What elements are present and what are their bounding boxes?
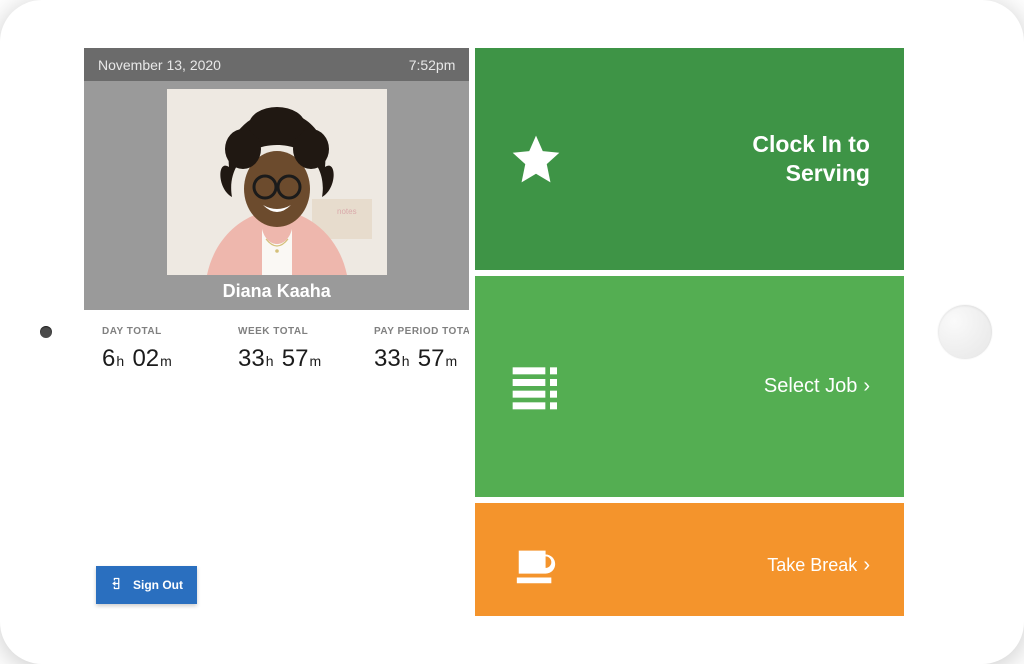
select-job-tile[interactable]: Select Job ›	[475, 276, 904, 498]
clock-in-tile[interactable]: Clock In to Serving	[475, 48, 904, 270]
star-icon	[503, 131, 569, 187]
totals-row: DAY TOTAL 6h 02m WEEK TOTAL 33h 57m PAY …	[84, 310, 469, 389]
status-bar: November 13, 2020 7:52pm	[84, 48, 469, 81]
tablet-frame: November 13, 2020 7:52pm notes	[0, 0, 1024, 664]
coffee-icon	[503, 543, 569, 589]
week-total: WEEK TOTAL 33h 57m	[238, 326, 346, 373]
spacer	[84, 389, 469, 554]
total-value: 33h 57m	[374, 345, 482, 373]
device-camera	[40, 326, 52, 338]
total-label: PAY PERIOD TOTAL	[374, 326, 482, 337]
chevron-right-icon: ›	[863, 554, 870, 577]
total-value: 33h 57m	[238, 345, 346, 373]
left-panel: November 13, 2020 7:52pm notes	[84, 48, 469, 616]
day-total: DAY TOTAL 6h 02m	[102, 326, 210, 373]
employee-photo: notes	[167, 89, 387, 275]
status-date: November 13, 2020	[98, 57, 221, 73]
sign-out-button[interactable]: Sign Out	[96, 566, 197, 604]
total-label: WEEK TOTAL	[238, 326, 346, 337]
svg-text:notes: notes	[337, 207, 357, 216]
employee-name: Diana Kaaha	[223, 275, 331, 310]
clock-in-label: Clock In to Serving	[720, 130, 870, 188]
total-label: DAY TOTAL	[102, 326, 210, 337]
app-screen: November 13, 2020 7:52pm notes	[84, 48, 904, 616]
take-break-label: Take Break	[767, 554, 857, 577]
total-value: 6h 02m	[102, 345, 210, 373]
profile-block: notes	[84, 81, 469, 310]
list-icon	[503, 358, 569, 414]
sign-out-icon	[110, 576, 125, 594]
signout-row: Sign Out	[84, 554, 469, 616]
select-job-label: Select Job	[764, 374, 857, 399]
sign-out-label: Sign Out	[133, 578, 183, 592]
device-home-button[interactable]	[938, 305, 992, 359]
chevron-right-icon: ›	[863, 375, 870, 398]
take-break-tile[interactable]: Take Break ›	[475, 503, 904, 616]
right-panel: Clock In to Serving Select Job ›	[469, 48, 904, 616]
status-time: 7:52pm	[409, 57, 456, 73]
pay-period-total: PAY PERIOD TOTAL 33h 57m	[374, 326, 482, 373]
